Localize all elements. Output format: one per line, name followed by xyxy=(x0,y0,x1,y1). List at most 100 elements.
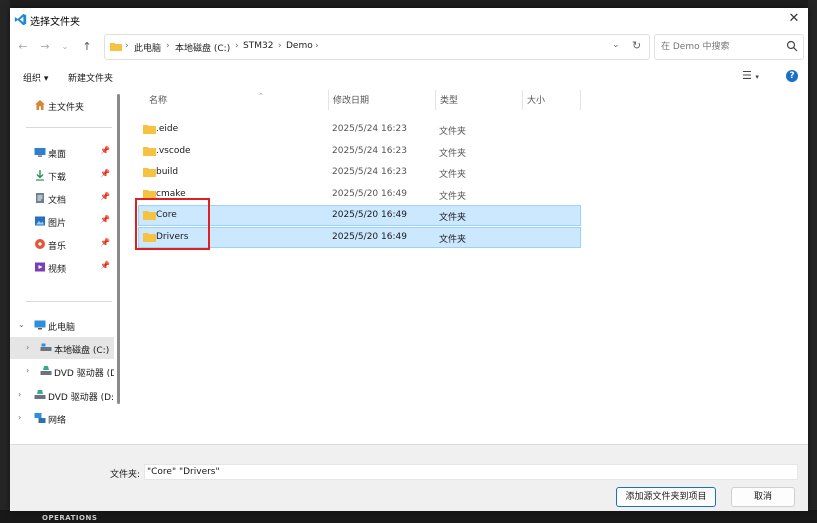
cancel-button[interactable]: 取消 xyxy=(731,487,795,507)
sidebar-item-downloads[interactable]: 下载 📌 xyxy=(10,164,114,186)
column-header-label: 类型 xyxy=(440,96,459,106)
navigation-pane: 主文件夹 桌面 📌 下载 📌 文档 📌 图片 📌 音乐 📌 视频 📌 ⌄ 此电脑… xyxy=(10,90,114,444)
arrow-left-icon: ← xyxy=(18,40,28,53)
pin-icon: 📌 xyxy=(100,261,110,270)
chevron-right-icon[interactable]: › xyxy=(26,343,29,352)
sidebar-item-label: DVD 驱动器 (D xyxy=(54,369,114,379)
breadcrumb-this-pc[interactable]: 此电脑 xyxy=(134,41,161,54)
chevron-right-icon: › xyxy=(166,41,170,51)
address-history-button[interactable]: ⌄ xyxy=(612,40,620,50)
arrow-right-icon: → xyxy=(40,40,50,53)
folder-name-input[interactable] xyxy=(144,464,798,480)
back-button[interactable]: ← xyxy=(16,40,30,54)
file-date: 2025/5/24 16:23 xyxy=(332,124,407,134)
search-input[interactable] xyxy=(659,39,783,55)
sidebar-item-local-disk[interactable]: › 本地磁盘 (C:) xyxy=(10,337,114,359)
sidebar-item-label: 网络 xyxy=(48,416,67,426)
sidebar-item-label: 音乐 xyxy=(48,242,67,252)
close-icon: ✕ xyxy=(788,11,800,26)
sidebar-item-this-pc[interactable]: ⌄ 此电脑 xyxy=(10,314,114,336)
column-separator[interactable] xyxy=(435,90,436,110)
search-icon xyxy=(786,40,798,52)
chevron-right-icon[interactable]: › xyxy=(18,413,21,422)
table-row[interactable]: build 2025/5/24 16:23 文件夹 xyxy=(138,162,581,183)
sidebar-item-dvd-drive[interactable]: › DVD 驱动器 (D xyxy=(10,360,114,382)
sidebar-item-label: 本地磁盘 (C:) xyxy=(54,346,110,356)
breadcrumb-local-disk[interactable]: 本地磁盘 (C:) xyxy=(175,41,230,54)
command-toolbar: 组织 ▾ 新建文件夹 ☰ ▾ ? xyxy=(10,64,808,88)
sidebar-item-videos[interactable]: 视频 📌 xyxy=(10,256,114,278)
file-date: 2025/5/24 16:23 xyxy=(332,146,407,156)
sidebar-item-desktop[interactable]: 桌面 📌 xyxy=(10,141,114,163)
refresh-icon[interactable]: ↻ xyxy=(632,39,641,52)
arrow-up-icon: ↑ xyxy=(82,40,92,53)
column-header-type[interactable]: 类型 xyxy=(440,93,520,113)
column-header-label: 修改日期 xyxy=(333,96,370,106)
operations-panel-label: OPERATIONS xyxy=(42,514,98,522)
file-date: 2025/5/20 16:49 xyxy=(332,210,407,220)
sidebar-item-music[interactable]: 音乐 📌 xyxy=(10,233,114,255)
column-separator[interactable] xyxy=(580,90,581,110)
chevron-right-icon: › xyxy=(125,41,129,51)
dvd-drive-icon xyxy=(34,390,46,399)
folder-icon xyxy=(110,43,122,51)
new-folder-button[interactable]: 新建文件夹 xyxy=(68,71,113,84)
file-type: 文件夹 xyxy=(439,235,467,245)
column-separator[interactable] xyxy=(328,90,329,110)
file-date: 2025/5/20 16:49 xyxy=(332,232,407,242)
editor-background-left xyxy=(0,0,10,523)
dvd-drive-icon xyxy=(40,366,52,375)
navigation-bar: ← → ⌄ ↑ › 此电脑 › 本地磁盘 (C:) › STM32 › Demo… xyxy=(10,32,808,62)
dialog-title: 选择文件夹 xyxy=(30,17,80,28)
home-icon xyxy=(35,100,45,110)
sidebar-item-home[interactable]: 主文件夹 xyxy=(10,94,114,116)
chevron-right-icon[interactable]: › xyxy=(18,390,21,399)
add-source-folder-button[interactable]: 添加源文件夹到项目 xyxy=(616,487,716,507)
pin-icon: 📌 xyxy=(100,169,110,178)
sidebar-item-pictures[interactable]: 图片 📌 xyxy=(10,210,114,232)
address-bar[interactable]: › 此电脑 › 本地磁盘 (C:) › STM32 › Demo › ⌄ ↻ xyxy=(104,34,650,60)
column-header-modified[interactable]: 修改日期 xyxy=(333,93,433,113)
forward-button[interactable]: → xyxy=(38,40,52,54)
sidebar-item-label: 此电脑 xyxy=(48,323,76,333)
dialog-footer: 文件夹: 添加源文件夹到项目 取消 xyxy=(10,444,808,511)
sidebar-item-label: 文档 xyxy=(48,196,67,206)
table-row[interactable]: .eide 2025/5/24 16:23 文件夹 xyxy=(138,119,581,140)
pin-icon: 📌 xyxy=(100,238,110,247)
sidebar-item-network[interactable]: › 网络 xyxy=(10,407,114,429)
close-button[interactable]: ✕ xyxy=(786,11,802,27)
sidebar-item-label: 下载 xyxy=(48,173,67,183)
pictures-icon xyxy=(35,216,45,226)
pin-icon: 📌 xyxy=(100,146,110,155)
music-icon xyxy=(35,239,45,249)
file-list: 名称 ⌃ 修改日期 类型 大小 .eide 2025/5/24 16:23 文件… xyxy=(124,90,808,442)
drive-icon xyxy=(40,343,52,351)
recent-locations-button[interactable]: ⌄ xyxy=(58,40,72,54)
sidebar-item-dvd-drive-root[interactable]: › DVD 驱动器 (D: xyxy=(10,384,114,406)
breadcrumb-demo[interactable]: Demo xyxy=(286,41,313,51)
sidebar-item-label: 视频 xyxy=(48,265,67,275)
organize-menu[interactable]: 组织 ▾ xyxy=(23,71,48,84)
file-type: 文件夹 xyxy=(439,192,467,202)
sidebar-item-documents[interactable]: 文档 📌 xyxy=(10,187,114,209)
chevron-right-icon[interactable]: › xyxy=(26,366,29,375)
search-box[interactable] xyxy=(654,34,804,60)
chevron-down-icon[interactable]: ⌄ xyxy=(18,320,25,329)
scrollbar-thumb[interactable] xyxy=(117,94,120,404)
column-header-size[interactable]: 大小 xyxy=(527,93,577,113)
column-header-name[interactable]: 名称 ⌃ xyxy=(149,92,327,113)
pin-icon: 📌 xyxy=(100,192,110,201)
navigation-pane-scrollbar[interactable] xyxy=(115,90,123,444)
pin-icon: 📌 xyxy=(100,215,110,224)
sidebar-item-label: DVD 驱动器 (D: xyxy=(48,393,114,403)
breadcrumb-stm32[interactable]: STM32 xyxy=(243,41,273,51)
help-button[interactable]: ? xyxy=(786,70,798,82)
annotation-highlight-box xyxy=(135,198,210,250)
vscode-icon xyxy=(14,13,27,26)
download-icon xyxy=(36,170,44,181)
up-button[interactable]: ↑ xyxy=(80,40,94,54)
view-options-button[interactable]: ☰ ▾ xyxy=(742,69,759,82)
table-row[interactable]: .vscode 2025/5/24 16:23 文件夹 xyxy=(138,141,581,162)
column-separator[interactable] xyxy=(522,90,523,110)
chevron-down-icon: ⌄ xyxy=(61,42,69,51)
